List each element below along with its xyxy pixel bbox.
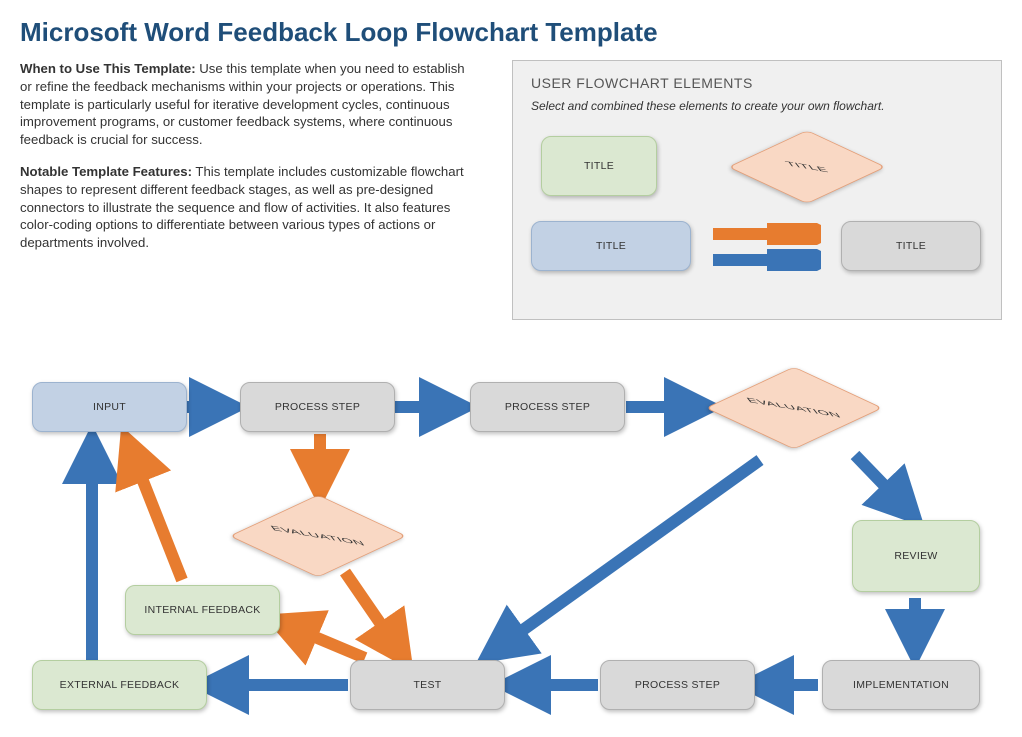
element-blue-box[interactable]: TITLE (531, 221, 691, 271)
element-peach-diamond[interactable]: TITLE (728, 130, 886, 204)
page-title: Microsoft Word Feedback Loop Flowchart T… (20, 18, 1002, 48)
panel-title: USER FLOWCHART ELEMENTS (531, 75, 983, 91)
node-implementation[interactable]: IMPLEMENTATION (822, 660, 980, 710)
element-blue-arrow[interactable] (711, 249, 821, 271)
element-orange-arrow[interactable] (711, 223, 821, 245)
element-green-box[interactable]: TITLE (541, 136, 657, 196)
node-input[interactable]: INPUT (32, 382, 187, 432)
node-test[interactable]: TEST (350, 660, 505, 710)
description-text: When to Use This Template: Use this temp… (20, 60, 475, 252)
section1-heading: When to Use This Template: (20, 61, 196, 76)
node-review[interactable]: REVIEW (852, 520, 980, 592)
section2-heading: Notable Template Features: (20, 164, 192, 179)
elements-panel: USER FLOWCHART ELEMENTS Select and combi… (512, 60, 1002, 320)
flowchart-canvas: INPUT PROCESS STEP PROCESS STEP EVALUATI… (0, 300, 1022, 737)
node-process-step-1[interactable]: PROCESS STEP (240, 382, 395, 432)
element-gray-box[interactable]: TITLE (841, 221, 981, 271)
node-process-step-2[interactable]: PROCESS STEP (470, 382, 625, 432)
node-process-step-3[interactable]: PROCESS STEP (600, 660, 755, 710)
node-external-feedback[interactable]: EXTERNAL FEEDBACK (32, 660, 207, 710)
panel-subtitle: Select and combined these elements to cr… (531, 99, 983, 113)
node-internal-feedback[interactable]: INTERNAL FEEDBACK (125, 585, 280, 635)
